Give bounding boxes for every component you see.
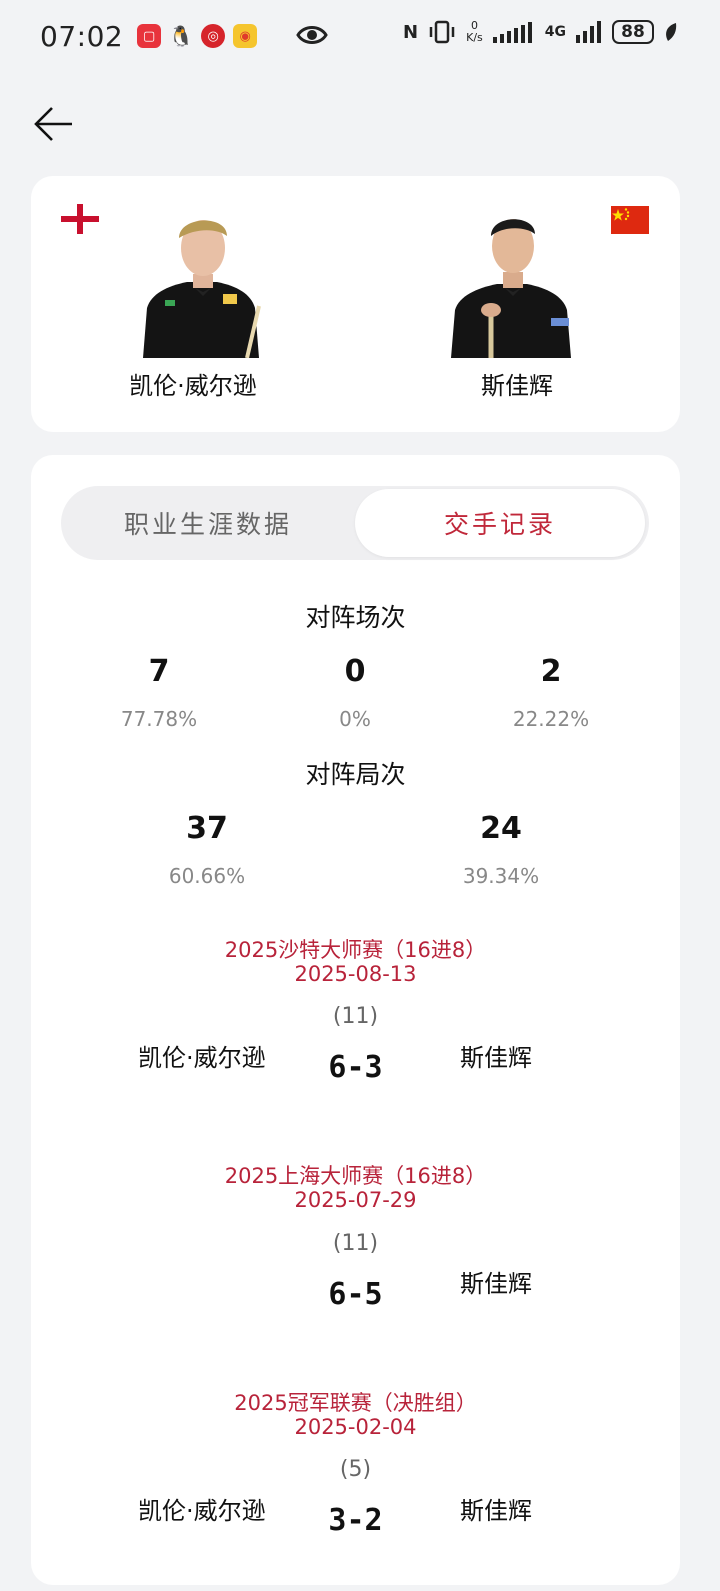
eye-icon bbox=[296, 26, 328, 44]
notification-icons: ▢ 🐧 ◎ ◉ bbox=[137, 24, 258, 48]
cctv-icon: ◎ bbox=[201, 24, 226, 48]
match-score: 6-5 bbox=[328, 1277, 383, 1312]
network-type: 4G bbox=[544, 24, 566, 40]
match-best-of: (5) bbox=[339, 1457, 372, 1482]
match-event: 2025沙特大师赛（16进8） bbox=[224, 938, 487, 962]
net-speed: 0 K/s bbox=[466, 19, 483, 44]
frames-right-value: 24 bbox=[480, 811, 522, 846]
matches-left-pct: 77.78% bbox=[120, 707, 198, 731]
matches-left-value: 7 bbox=[148, 654, 170, 689]
signal-icon-2 bbox=[576, 21, 601, 43]
tab-career[interactable]: 职业生涯数据 bbox=[63, 489, 353, 557]
matches-title: 对阵场次 bbox=[305, 603, 406, 632]
matches-right-value: 2 bbox=[540, 654, 562, 689]
weibo-icon: ◉ bbox=[233, 24, 258, 48]
status-right: N 0 K/s 4G 88 bbox=[403, 20, 678, 44]
matches-right-pct: 22.22% bbox=[512, 707, 590, 731]
match-date: 2025-07-29 bbox=[294, 1188, 417, 1212]
player-left-name: 凯伦·威尔逊 bbox=[129, 372, 257, 400]
vibrate-icon bbox=[429, 20, 455, 44]
match-score: 3-2 bbox=[328, 1503, 383, 1538]
player-right-avatar[interactable] bbox=[447, 206, 577, 358]
qq-icon: 🐧 bbox=[168, 24, 194, 48]
matches-draw-pct: 0% bbox=[339, 707, 371, 731]
match-date: 2025-02-04 bbox=[294, 1415, 417, 1439]
back-arrow-icon[interactable] bbox=[34, 104, 74, 144]
tab-switcher: 职业生涯数据 交手记录 bbox=[61, 486, 649, 560]
frames-left-pct: 60.66% bbox=[168, 864, 246, 888]
stats-card: 职业生涯数据 交手记录 对阵场次 7 0 2 77.78% 0% 22.22% … bbox=[31, 455, 680, 1585]
frames-left-value: 37 bbox=[186, 811, 228, 846]
frames-right-pct: 39.34% bbox=[462, 864, 540, 888]
red-app-icon: ▢ bbox=[137, 24, 162, 48]
match-best-of: (11) bbox=[332, 1004, 379, 1029]
china-flag-icon bbox=[611, 206, 649, 234]
nfc-icon: N bbox=[403, 21, 419, 43]
match-event: 2025上海大师赛（16进8） bbox=[224, 1164, 487, 1188]
frames-title: 对阵局次 bbox=[305, 760, 406, 789]
match-date: 2025-08-13 bbox=[294, 962, 417, 986]
player-right-name: 斯佳辉 bbox=[481, 372, 553, 400]
matches-draw-value: 0 bbox=[344, 654, 366, 689]
england-flag-icon bbox=[61, 204, 99, 234]
match-score: 6-3 bbox=[328, 1050, 383, 1085]
match-best-of: (11) bbox=[332, 1231, 379, 1256]
tab-head-to-head[interactable]: 交手记录 bbox=[355, 489, 645, 557]
battery-icon: 88 bbox=[612, 20, 654, 44]
status-time: 07:02 bbox=[40, 19, 124, 53]
signal-icon bbox=[492, 22, 532, 43]
players-card: 凯伦·威尔逊 斯佳辉 bbox=[31, 176, 680, 432]
leaf-icon bbox=[666, 23, 677, 41]
player-left-avatar[interactable] bbox=[137, 206, 267, 358]
match-event: 2025冠军联赛（决胜组） bbox=[234, 1391, 477, 1415]
